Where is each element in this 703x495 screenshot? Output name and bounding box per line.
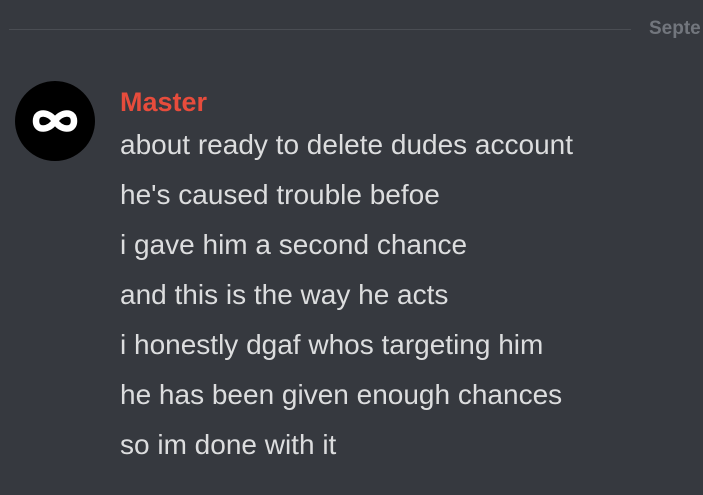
message-text[interactable]: about ready to delete dudes account: [120, 120, 573, 170]
infinity-icon: [32, 110, 78, 132]
avatar[interactable]: [15, 81, 95, 161]
message-text[interactable]: he's caused trouble befoe: [120, 170, 573, 220]
message-text[interactable]: so im done with it: [120, 420, 573, 470]
message-text[interactable]: and this is the way he acts: [120, 270, 573, 320]
message-list: about ready to delete dudes account he's…: [120, 120, 573, 470]
message-text[interactable]: he has been given enough chances: [120, 370, 573, 420]
message-text[interactable]: i gave him a second chance: [120, 220, 573, 270]
chat-view: Septe Master about ready to delete dudes…: [0, 0, 703, 495]
date-divider-label: Septe: [649, 18, 701, 39]
author-name[interactable]: Master: [120, 86, 207, 118]
message-text[interactable]: i honestly dgaf whos targeting him: [120, 320, 573, 370]
date-divider-line: [9, 29, 631, 30]
